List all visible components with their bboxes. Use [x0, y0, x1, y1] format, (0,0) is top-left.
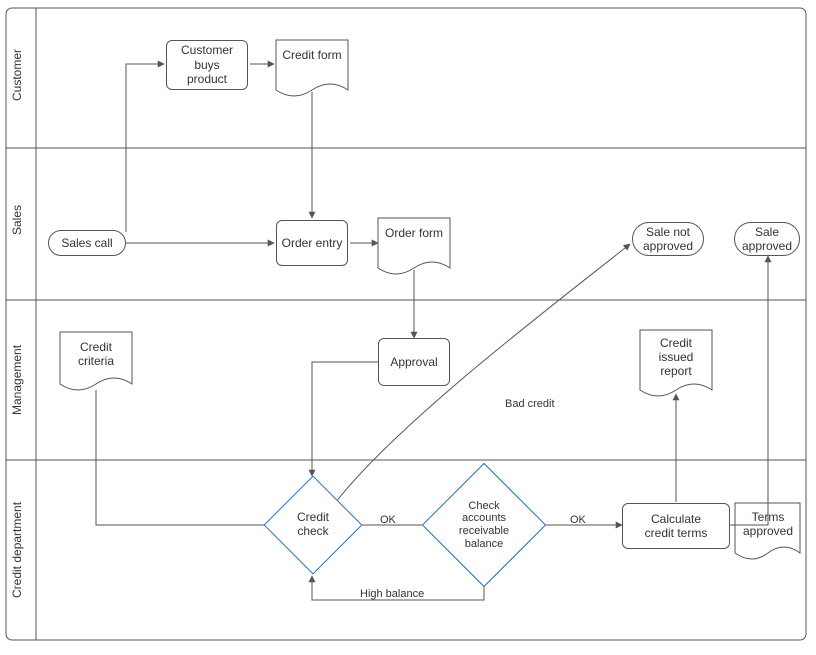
diagram-svg [0, 0, 816, 655]
node-check-ar-balance[interactable]: Check accounts receivable balance [440, 481, 528, 569]
swimlane-diagram: Customer Sales Management Credit departm… [0, 0, 816, 655]
edge-label-ok-1: OK [380, 514, 396, 526]
node-credit-check-label: Credit check [278, 490, 348, 560]
lane-label-credit-dept: Credit department [10, 495, 24, 605]
node-approval[interactable]: Approval [378, 338, 450, 386]
node-terms-approved[interactable]: Terms approved [735, 510, 801, 538]
node-sales-call[interactable]: Sales call [48, 230, 126, 256]
node-credit-issued-report[interactable]: Credit issued report [640, 336, 712, 378]
lane-label-management: Management [10, 340, 24, 420]
node-sale-not-approved[interactable]: Sale not approved [632, 222, 704, 256]
node-check-ar-balance-label: Check accounts receivable balance [440, 481, 528, 569]
node-order-entry[interactable]: Order entry [276, 220, 348, 266]
edge-label-bad-credit: Bad credit [505, 398, 555, 410]
edge-label-ok-2: OK [570, 514, 586, 526]
node-credit-criteria[interactable]: Credit criteria [60, 340, 132, 368]
node-credit-form[interactable]: Credit form [276, 48, 348, 62]
node-credit-check[interactable]: Credit check [278, 490, 348, 560]
node-calculate-terms[interactable]: Calculate credit terms [622, 503, 730, 549]
node-sale-approved[interactable]: Sale approved [734, 222, 800, 256]
edge-label-high-balance: High balance [360, 588, 424, 600]
lane-label-customer: Customer [10, 45, 24, 105]
node-order-form[interactable]: Order form [378, 226, 450, 240]
node-customer-buys[interactable]: Customer buys product [166, 40, 248, 90]
lane-label-sales: Sales [10, 200, 24, 240]
